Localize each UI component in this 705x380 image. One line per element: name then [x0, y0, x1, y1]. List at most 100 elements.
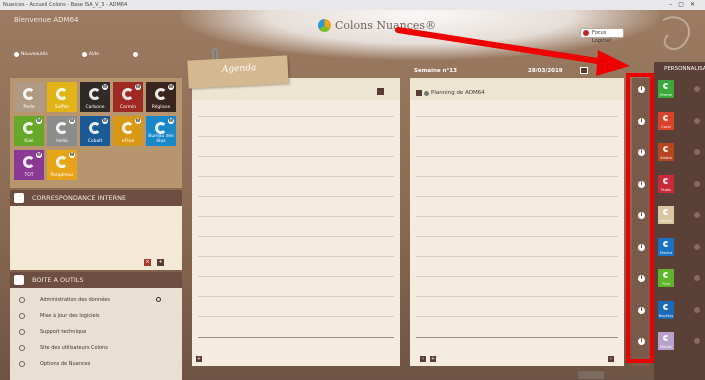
web-badge-icon: W [69, 118, 75, 124]
tool-item-site[interactable]: Site des utilisateurs Colons [10, 340, 182, 356]
web-badge-icon: W [168, 118, 174, 124]
app-tile[interactable]: W Carmin [113, 82, 143, 112]
app-tile[interactable]: Perle [14, 82, 44, 112]
quicklink-news[interactable]: Nouveautés [14, 52, 48, 57]
theme-tile[interactable]: Prisme [658, 80, 674, 98]
agenda-add-button[interactable]: + [196, 356, 202, 362]
theme-tile[interactable]: Coral [658, 111, 674, 130]
database-icon [19, 297, 25, 303]
tool-item-label: Mise à jour des logiciels [40, 313, 100, 319]
theme-tile[interactable]: Electra [658, 237, 674, 256]
theme-option-icon[interactable] [694, 117, 700, 124]
app-tile[interactable]: W Cobalt [80, 116, 110, 146]
theme-tile-label: Fluo [662, 282, 670, 286]
tool-item-support[interactable]: Support technique [10, 324, 182, 340]
add-event-button[interactable]: + [430, 356, 436, 362]
theme-option-icon[interactable] [694, 275, 700, 281]
theme-logo-icon [663, 146, 669, 152]
correspondance-buttons: × + [144, 259, 164, 266]
app-tile[interactable]: W Réglisse [146, 82, 176, 112]
agenda-line [198, 276, 394, 277]
new-message-button[interactable]: + [157, 259, 164, 266]
theme-option-icon[interactable] [694, 306, 700, 313]
web-badge-icon: W [36, 118, 42, 124]
theme-option-icon[interactable] [694, 243, 700, 250]
window-titlebar: Nuances - Accueil Colons - Base ISA_V_3 … [0, 0, 705, 10]
tool-item-admin[interactable]: Administration des données [10, 292, 182, 308]
app-tile[interactable]: WeFluo [113, 116, 143, 146]
theme-tile[interactable]: Mauve [658, 332, 674, 350]
quicklink-label: Nouveautés [21, 52, 48, 57]
agenda-line [198, 156, 394, 157]
mail-icon [14, 193, 24, 203]
theme-tile[interactable]: Fluo [658, 269, 674, 287]
planning-footer-left: ‹ + [420, 356, 436, 362]
app-tile[interactable]: W Bureau des élus [146, 116, 176, 146]
app-tile[interactable]: W Parapheur [47, 150, 77, 180]
agenda-line [198, 196, 394, 197]
app-logo-icon [155, 122, 167, 134]
app-tile[interactable]: W TOT [14, 150, 44, 180]
app-logo-icon [89, 88, 101, 100]
search-icon[interactable] [156, 297, 161, 302]
focus-icon [583, 30, 589, 36]
theme-tile[interactable]: Vanille [658, 206, 674, 224]
quicklink-help[interactable]: Aide [81, 52, 99, 57]
close-button[interactable] [578, 371, 604, 379]
app-logo-icon [56, 156, 68, 168]
planning-checkbox[interactable] [416, 90, 422, 96]
theme-tile-label: Prisme [660, 93, 672, 97]
tool-item-options[interactable]: Options de Nuances [10, 356, 182, 372]
calendar-button[interactable] [580, 67, 588, 74]
decorative-clip-icon [662, 16, 690, 51]
app-logo-icon [122, 88, 134, 100]
app-logo-icon [122, 122, 134, 134]
theme-logo-icon [663, 83, 669, 89]
theme-option-icon[interactable] [694, 180, 700, 187]
theme-logo-icon [663, 209, 669, 215]
app-logo-icon [155, 88, 167, 100]
planning-line [416, 176, 618, 177]
focus-button[interactable]: Focus Logiciel [580, 28, 624, 44]
app-tile[interactable]: W Carbone [80, 82, 110, 112]
toolbox-section: BOITE A OUTILS Administration des donnée… [10, 272, 182, 380]
web-badge-icon: W [135, 84, 141, 90]
app-tile-label: Cobalt [87, 139, 103, 144]
planning-line [416, 316, 618, 317]
toolbox-header: BOITE A OUTILS [10, 272, 182, 288]
quicklink-settings[interactable] [132, 52, 140, 57]
app-tile[interactable]: W Kiwi [14, 116, 44, 146]
theme-tile[interactable]: Nephtys [658, 300, 674, 319]
app-logo-icon [23, 122, 35, 134]
correspondance-section: CORRESPONDANCE INTERNE × + [10, 190, 182, 270]
planning-panel: Planning de ADM64 ‹ + › [410, 78, 624, 366]
theme-option-icon[interactable] [694, 338, 700, 344]
theme-option-icon[interactable] [694, 212, 700, 218]
web-badge-icon: W [102, 118, 108, 124]
app-tile-label: Kiwi [24, 139, 34, 144]
planning-header [410, 78, 624, 100]
previous-week-button[interactable]: ‹ [420, 356, 426, 362]
theme-logo-icon [663, 335, 669, 341]
app-tile-label: Réglisse [151, 105, 171, 110]
agenda-settings-button[interactable] [377, 88, 384, 95]
app-tile[interactable]: W Helio [47, 116, 77, 146]
tool-item-label: Options de Nuances [40, 361, 91, 367]
tool-item-update[interactable]: Mise à jour des logiciels [10, 308, 182, 324]
planning-line [416, 256, 618, 257]
theme-option-icon[interactable] [694, 149, 700, 155]
theme-option-icon[interactable] [694, 86, 700, 92]
theme-tile[interactable]: Ambre [658, 143, 674, 161]
help-icon [81, 52, 87, 57]
window-controls[interactable]: –▢✕ [669, 0, 701, 10]
delete-message-button[interactable]: × [144, 259, 151, 266]
quicklinks: Nouveautés Aide [14, 52, 140, 57]
app-tile-label: Saffier [54, 105, 70, 110]
theme-tile[interactable]: Rubis [658, 174, 674, 193]
planning-title-text: Planning de ADM64 [431, 90, 485, 96]
app-tile[interactable]: Saffier [47, 82, 77, 112]
agenda-line [198, 216, 394, 217]
theme-logo-icon [663, 114, 669, 121]
person-icon [424, 90, 429, 96]
next-week-button[interactable]: › [608, 356, 614, 362]
